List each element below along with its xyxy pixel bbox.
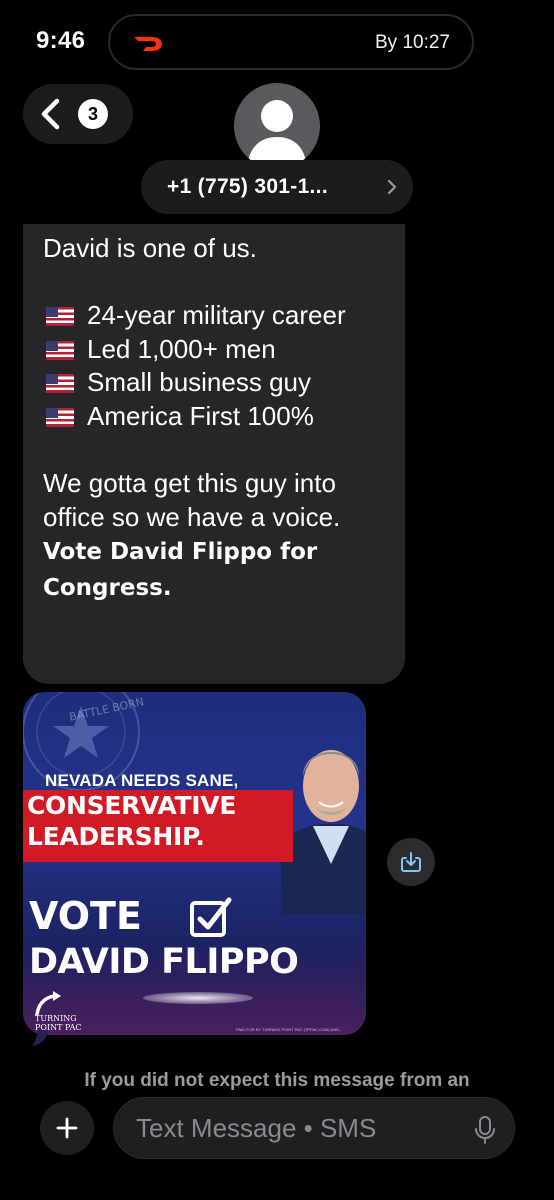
message-input[interactable] xyxy=(136,1111,466,1145)
seal-text-arc: BATTLE BORN xyxy=(68,695,145,724)
bullet-item: Led 1,000+ men xyxy=(43,333,385,367)
doordash-icon xyxy=(134,37,162,51)
message-closing: We gotta get this guy into office so we … xyxy=(43,468,341,601)
us-flag-icon xyxy=(46,340,74,360)
contact-avatar[interactable] xyxy=(234,83,320,169)
ad-headline-small: NEVADA NEEDS SANE, xyxy=(45,771,239,790)
ad-headline-line2: LEADERSHIP. xyxy=(27,822,205,851)
unread-count-badge: 3 xyxy=(78,99,108,129)
plus-icon xyxy=(56,1117,78,1139)
contact-name-pill[interactable]: +1 (775) 301-1... xyxy=(141,160,413,214)
chevron-right-icon xyxy=(387,179,397,195)
turning-point-brand: TURNING POINT PAC xyxy=(35,1014,82,1032)
paid-by-disclaimer: PAID FOR BY TURNING POINT PAC (TPPAC.COM… xyxy=(236,1027,343,1032)
ad-headline-line1: CONSERVATIVE xyxy=(27,791,237,820)
message-bold-text: Vote David Flippo for Congress. xyxy=(43,539,318,601)
us-flag-icon xyxy=(46,407,74,427)
contact-name: +1 (775) 301-1... xyxy=(167,175,328,198)
light-flare xyxy=(143,992,253,1004)
back-button[interactable]: 3 xyxy=(23,84,133,144)
chevron-left-icon xyxy=(41,98,60,130)
delivery-eta: By 10:27 xyxy=(375,32,450,53)
add-attachment-button[interactable] xyxy=(40,1101,94,1155)
us-flag-icon xyxy=(46,307,74,327)
message-input-container[interactable] xyxy=(113,1097,515,1159)
campaign-image-attachment[interactable]: BATTLE BORN NEVADA NEEDS SANE, CONSERVAT… xyxy=(23,692,366,1035)
bullet-item: 24-year military career xyxy=(43,299,385,333)
ad-candidate-name: DAVID FLIPPO xyxy=(29,942,299,982)
status-time: 9:46 xyxy=(36,27,86,54)
svg-text:BATTLE BORN: BATTLE BORN xyxy=(68,695,145,724)
spam-notice-text: If you did not expect this message from … xyxy=(84,1070,470,1091)
message-line: David is one of us. xyxy=(43,233,257,263)
save-image-button[interactable] xyxy=(387,838,435,886)
incoming-message-bubble[interactable]: David is one of us. 24-year military car… xyxy=(23,224,405,684)
messages-screen: 9:46 By 10:27 3 +1 (775) 301-1... David … xyxy=(0,0,554,1200)
ad-vote-text: VOTE xyxy=(29,894,142,938)
candidate-portrait xyxy=(281,750,366,914)
dynamic-island-live-activity[interactable]: By 10:27 xyxy=(108,14,474,70)
ad-red-banner: CONSERVATIVE LEADERSHIP. xyxy=(23,790,293,862)
us-flag-icon xyxy=(46,374,74,394)
bullet-item: Small business guy xyxy=(43,366,385,400)
microphone-icon[interactable] xyxy=(474,1115,496,1145)
download-icon xyxy=(401,852,421,872)
checkbox-icon xyxy=(190,897,232,937)
person-icon xyxy=(248,100,306,161)
bullet-item: America First 100% xyxy=(43,400,385,434)
